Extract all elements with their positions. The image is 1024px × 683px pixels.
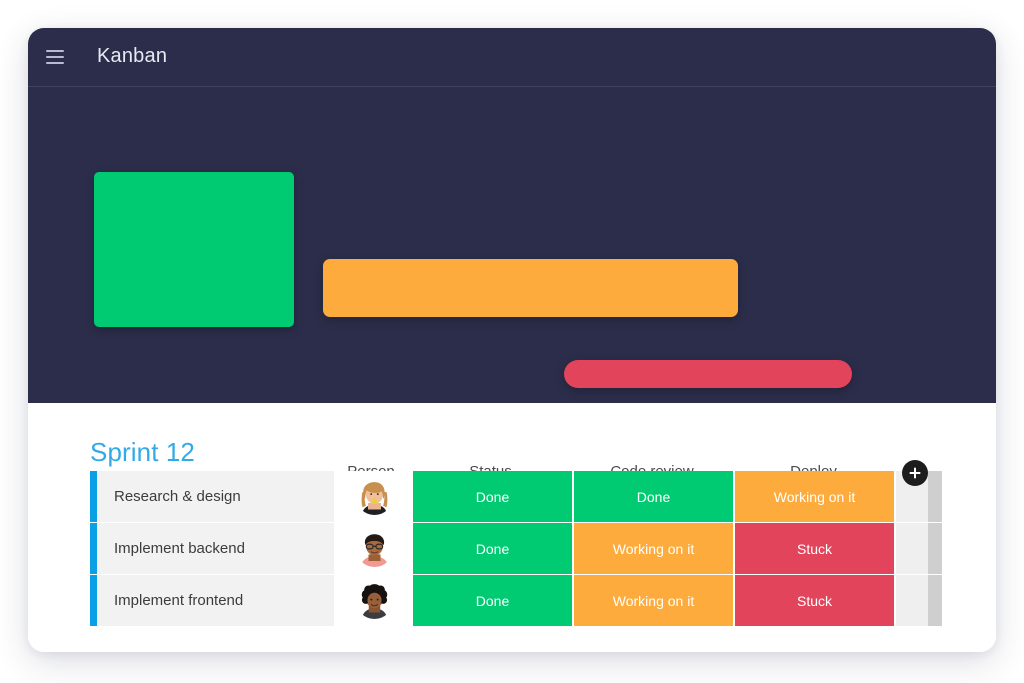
add-column-button[interactable]: [902, 460, 928, 486]
row-deploy-cell[interactable]: Stuck: [735, 575, 896, 626]
app-title: Kanban: [97, 45, 168, 67]
hamburger-menu-icon[interactable]: [46, 46, 68, 68]
board-bottom-spacer: [28, 630, 996, 652]
hero-green-block[interactable]: [94, 172, 294, 327]
row-person-cell[interactable]: [335, 523, 413, 574]
hero-orange-block[interactable]: [323, 259, 738, 317]
row-title-cell[interactable]: Implement frontend: [97, 575, 335, 626]
row-code-review-cell[interactable]: Done: [574, 471, 735, 522]
vertical-scrollbar[interactable]: [928, 523, 942, 574]
board-rows: Research & design Done Done Working on it I…: [28, 471, 996, 627]
row-accent-bar: [90, 523, 97, 574]
row-title-cell[interactable]: Research & design: [97, 471, 335, 522]
row-person-cell[interactable]: [335, 471, 413, 522]
screenshot-root: Kanban Sprint 12 Person Status Code revi…: [0, 0, 1024, 683]
table-row[interactable]: Implement backend Done Working on it Stuck: [28, 523, 996, 574]
row-status-cell[interactable]: Done: [413, 523, 574, 574]
row-accent-bar: [90, 471, 97, 522]
row-code-review-cell[interactable]: Working on it: [574, 523, 735, 574]
row-status-cell[interactable]: Done: [413, 471, 574, 522]
app-card: Kanban Sprint 12 Person Status Code revi…: [28, 28, 996, 652]
hamburger-line: [46, 55, 64, 58]
vertical-scrollbar[interactable]: [928, 471, 942, 522]
hamburger-line: [46, 61, 64, 64]
board-region: Sprint 12 Person Status Code review Depl…: [28, 403, 996, 652]
row-status-cell[interactable]: Done: [413, 575, 574, 626]
hamburger-line: [46, 49, 64, 52]
table-row[interactable]: Implement frontend Done Working on it Stuc…: [28, 575, 996, 626]
row-empty-cell: [896, 523, 928, 574]
avatar[interactable]: [355, 582, 393, 619]
row-code-review-cell[interactable]: Working on it: [574, 575, 735, 626]
row-person-cell[interactable]: [335, 575, 413, 626]
avatar[interactable]: [355, 478, 393, 515]
row-empty-cell: [896, 575, 928, 626]
row-title-cell[interactable]: Implement backend: [97, 523, 335, 574]
vertical-scrollbar[interactable]: [928, 575, 942, 626]
app-topbar: Kanban: [28, 28, 996, 85]
hero-blocks: [28, 86, 996, 403]
row-deploy-cell[interactable]: Working on it: [735, 471, 896, 522]
hero-red-block[interactable]: [564, 360, 852, 388]
avatar[interactable]: [355, 530, 393, 567]
hero-region: Kanban: [28, 28, 996, 403]
group-title[interactable]: Sprint 12: [90, 437, 195, 468]
row-accent-bar: [90, 575, 97, 626]
table-row[interactable]: Research & design Done Done Working on it: [28, 471, 996, 522]
row-deploy-cell[interactable]: Stuck: [735, 523, 896, 574]
